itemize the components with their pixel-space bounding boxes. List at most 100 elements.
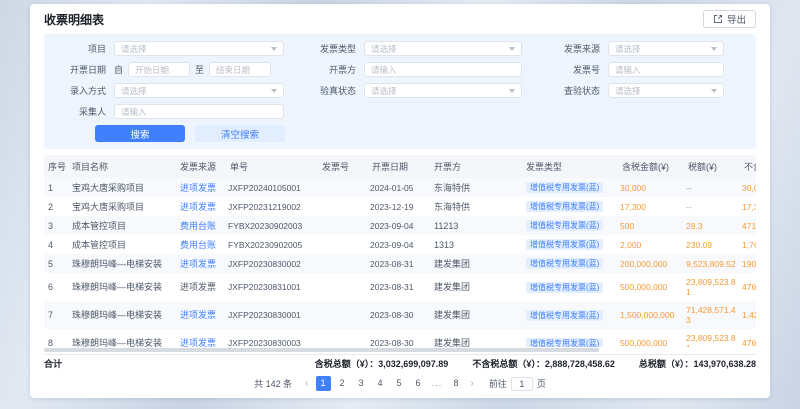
- desktop-background: 收票明细表 导出 项目 请选择 发票类型: [0, 0, 800, 409]
- cell-project-name: 宝鸡大唐采购项目: [68, 178, 176, 197]
- cell-invoice-source[interactable]: 进项发票: [176, 254, 226, 273]
- cell-invoice-source[interactable]: 进项发票: [176, 178, 226, 197]
- cell-amount-excl-tax: 476,190,476.19: [740, 329, 756, 347]
- goto-page-input[interactable]: [511, 377, 533, 391]
- pagination-page-1[interactable]: 1: [316, 376, 331, 391]
- cell-invoice-no: [318, 216, 368, 235]
- cell-project-name: 珠穆朗玛峰—电梯安装: [68, 254, 176, 273]
- cell-tax-amount: 9,523,809.52: [684, 254, 740, 273]
- next-page-button[interactable]: ›: [468, 378, 477, 389]
- chevron-down-icon: [509, 47, 515, 51]
- pagination-page-4[interactable]: 4: [373, 376, 388, 391]
- cell-invoice-type: 增值税专用发票(蓝): [522, 197, 618, 216]
- chevron-down-icon: [711, 89, 717, 93]
- cell-invoice-no: [318, 301, 368, 329]
- end-date-input[interactable]: [209, 62, 271, 77]
- cell-tax-amount: 23,809,523.81: [684, 273, 740, 301]
- summary-incl-tax: 含税总额（¥）：3,032,699,097.89: [315, 357, 449, 370]
- cell-invoice-date: 2023-12-19: [368, 197, 430, 216]
- pagination-page-2[interactable]: 2: [335, 376, 350, 391]
- horizontal-scrollbar-thumb[interactable]: [44, 348, 599, 352]
- check-status-select[interactable]: 请选择: [608, 83, 724, 98]
- cell-index: 1: [44, 178, 68, 197]
- filter-label-invoice-no: 发票号: [544, 63, 600, 76]
- cell-invoice-source[interactable]: 进项发票: [176, 329, 226, 347]
- invoice-source-select[interactable]: 请选择: [608, 41, 724, 56]
- project-select[interactable]: 请选择: [114, 41, 284, 56]
- project-select-value: 请选择: [121, 43, 267, 55]
- export-button[interactable]: 导出: [703, 10, 756, 28]
- pagination-page-3[interactable]: 3: [354, 376, 369, 391]
- cell-invoice-type: 增值税专用发票(蓝): [522, 254, 618, 273]
- card-header: 收票明细表 导出: [44, 4, 756, 34]
- table-row[interactable]: 6 珠穆朗玛峰—电梯安装 进项发票 JXFP20230831001 2023-0…: [44, 273, 756, 301]
- cell-invoice-source[interactable]: 进项发票: [176, 273, 226, 301]
- filter-buttons: 搜索 清空搜索: [95, 125, 744, 142]
- cell-invoice-source[interactable]: 进项发票: [176, 301, 226, 329]
- goto-label-suffix: 页: [537, 377, 546, 390]
- cell-invoice-type: 增值税专用发票(蓝): [522, 178, 618, 197]
- cell-amount-incl-tax: 500,000,000: [618, 273, 684, 301]
- invoice-detail-card: 收票明细表 导出 项目 请选择 发票类型: [30, 4, 770, 398]
- cell-invoice-source[interactable]: 费用台账: [176, 235, 226, 254]
- issuer-input[interactable]: [364, 62, 522, 77]
- cell-invoice-no: [318, 178, 368, 197]
- filter-label-issuer: 开票方: [296, 63, 356, 76]
- cell-index: 6: [44, 273, 68, 301]
- cell-tax-amount: 230.09: [684, 235, 740, 254]
- invoice-type-select[interactable]: 请选择: [364, 41, 522, 56]
- cell-index: 7: [44, 301, 68, 329]
- cell-amount-excl-tax: 1,769.91: [740, 235, 756, 254]
- entry-method-select[interactable]: 请选择: [114, 83, 284, 98]
- filter-panel: 项目 请选择 发票类型 请选择 发票来源 请选择: [44, 34, 756, 149]
- cell-issuer: 11213: [430, 216, 522, 235]
- column-header: 项目名称: [68, 155, 176, 178]
- pagination-page-5[interactable]: 5: [392, 376, 407, 391]
- prev-page-button[interactable]: ‹: [302, 378, 311, 389]
- invoice-no-input[interactable]: [608, 62, 724, 77]
- cell-amount-incl-tax: 200,000,000: [618, 254, 684, 273]
- invoice-type-tag: 增值税专用发票(蓝): [526, 310, 603, 321]
- cell-issuer: 建发集团: [430, 273, 522, 301]
- cell-order-no: JXFP20231219002: [226, 197, 318, 216]
- page-title: 收票明细表: [44, 11, 104, 28]
- pagination-page-6[interactable]: 6: [411, 376, 426, 391]
- pagination: 共 142 条 ‹ 123456...8 › 前往 页: [44, 375, 756, 392]
- column-header: 税额(¥): [684, 155, 740, 178]
- horizontal-scrollbar-track: [44, 348, 756, 352]
- collector-input[interactable]: [114, 104, 284, 119]
- table-row[interactable]: 4 成本管控项目 费用台账 FYBX20230902005 2023-09-04…: [44, 235, 756, 254]
- table-row[interactable]: 5 珠穆朗玛峰—电梯安装 进项发票 JXFP20230830002 2023-0…: [44, 254, 756, 273]
- cell-amount-excl-tax: 1,428,571,428.57: [740, 301, 756, 329]
- summary-excl-tax-label: 不含税总额（¥）：: [472, 359, 545, 369]
- column-header: 开票日期: [368, 155, 430, 178]
- cell-amount-incl-tax: 1,500,000,000: [618, 301, 684, 329]
- cell-issuer: 东海特供: [430, 197, 522, 216]
- table-row[interactable]: 8 珠穆朗玛峰—电梯安装 进项发票 JXFP20230830003 2023-0…: [44, 329, 756, 347]
- cell-invoice-no: [318, 235, 368, 254]
- filter-label-invoice-date: 开票日期: [56, 63, 106, 76]
- cell-invoice-source[interactable]: 费用台账: [176, 216, 226, 235]
- table-row[interactable]: 3 成本管控项目 费用台账 FYBX20230902003 2023-09-04…: [44, 216, 756, 235]
- clear-search-button[interactable]: 清空搜索: [195, 125, 285, 142]
- search-button[interactable]: 搜索: [95, 125, 185, 142]
- pagination-page-8[interactable]: 8: [449, 376, 464, 391]
- table-row[interactable]: 7 珠穆朗玛峰—电梯安装 进项发票 JXFP20230830001 2023-0…: [44, 301, 756, 329]
- start-date-input[interactable]: [128, 62, 190, 77]
- table-row[interactable]: 2 宝鸡大唐采购项目 进项发票 JXFP20231219002 2023-12-…: [44, 197, 756, 216]
- cell-invoice-source[interactable]: 进项发票: [176, 197, 226, 216]
- filter-label-verify-status: 验真状态: [296, 84, 356, 97]
- cell-order-no: JXFP20230831001: [226, 273, 318, 301]
- verify-status-select[interactable]: 请选择: [364, 83, 522, 98]
- cell-amount-incl-tax: 500: [618, 216, 684, 235]
- table-row[interactable]: 1 宝鸡大唐采购项目 进项发票 JXFP20240105001 2024-01-…: [44, 178, 756, 197]
- invoice-type-select-value: 请选择: [371, 43, 505, 55]
- cell-invoice-type: 增值税专用发票(蓝): [522, 301, 618, 329]
- table-body: 1 宝鸡大唐采购项目 进项发票 JXFP20240105001 2024-01-…: [44, 178, 756, 347]
- cell-order-no: FYBX20230902005: [226, 235, 318, 254]
- column-header: 发票类型: [522, 155, 618, 178]
- cell-amount-excl-tax: 476,190,476.19: [740, 273, 756, 301]
- cell-invoice-type: 增值税专用发票(蓝): [522, 235, 618, 254]
- cell-issuer: 建发集团: [430, 301, 522, 329]
- summary-total-label: 合计: [44, 357, 62, 370]
